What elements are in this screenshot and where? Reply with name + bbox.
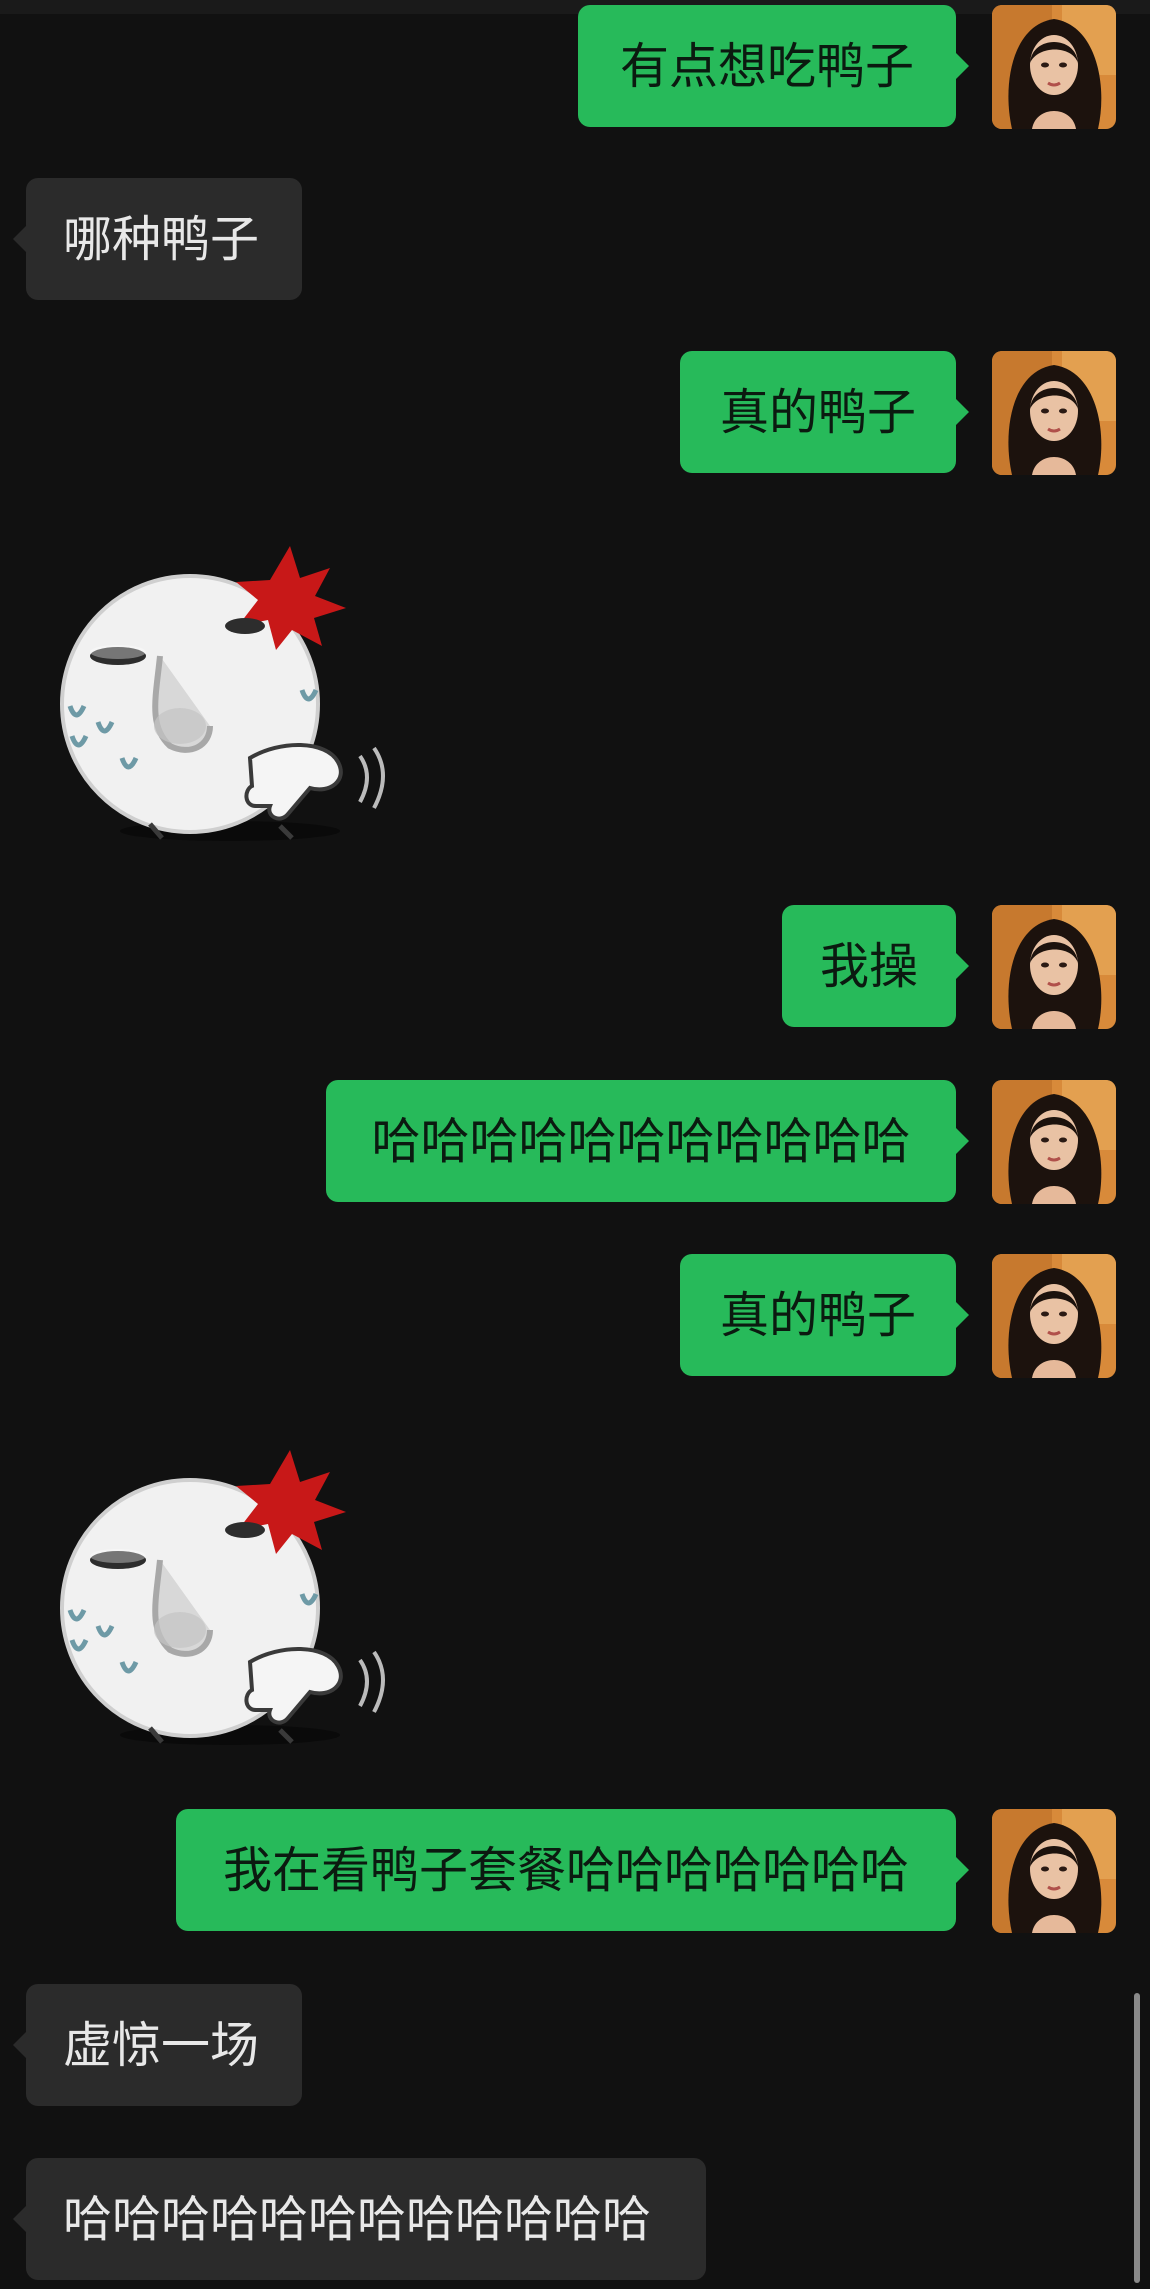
message-bubble-incoming[interactable]: 哪种鸭子 — [13, 178, 302, 300]
avatar[interactable] — [992, 5, 1116, 129]
avatar[interactable] — [992, 1080, 1116, 1204]
message-bubble-incoming[interactable]: 虚惊一场 — [13, 1984, 302, 2106]
message-bubble-incoming[interactable]: 哈哈哈哈哈哈哈哈哈哈哈哈 — [13, 2158, 706, 2280]
sweating-face-sticker[interactable] — [30, 526, 410, 856]
chat-message-list[interactable]: 有点想吃鸭子 哪种鸭子 真的鸭子 我操 哈哈哈哈哈哈哈哈哈哈哈 真的鸭子 我在看… — [0, 0, 1150, 2289]
scrollbar[interactable] — [1134, 1993, 1140, 2283]
avatar[interactable] — [992, 351, 1116, 475]
avatar[interactable] — [992, 1254, 1116, 1378]
message-bubble-outgoing[interactable]: 我在看鸭子套餐哈哈哈哈哈哈哈 — [176, 1809, 969, 1931]
sweating-face-sticker[interactable] — [30, 1430, 410, 1760]
message-bubble-outgoing[interactable]: 我操 — [782, 905, 969, 1027]
message-bubble-outgoing[interactable]: 真的鸭子 — [680, 1254, 969, 1376]
top-bar-edge — [0, 0, 1150, 14]
avatar[interactable] — [992, 1809, 1116, 1933]
message-bubble-outgoing[interactable]: 真的鸭子 — [680, 351, 969, 473]
message-bubble-outgoing[interactable]: 有点想吃鸭子 — [578, 5, 969, 127]
message-bubble-outgoing[interactable]: 哈哈哈哈哈哈哈哈哈哈哈 — [326, 1080, 969, 1202]
avatar[interactable] — [992, 905, 1116, 1029]
